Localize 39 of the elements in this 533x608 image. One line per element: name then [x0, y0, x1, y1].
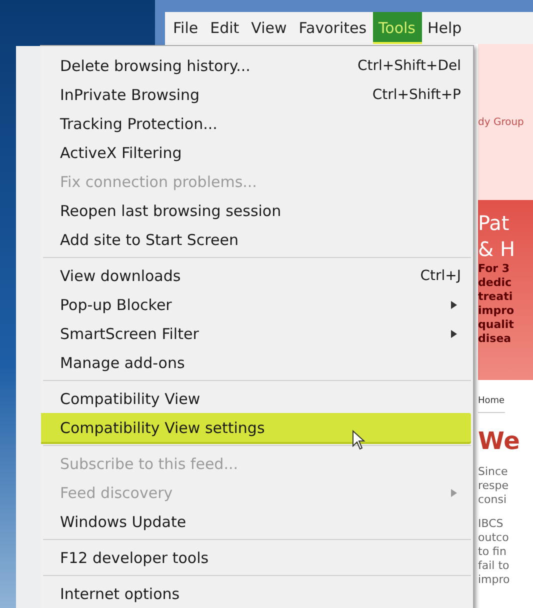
paragraph-text: fail to — [478, 559, 510, 573]
banner-text: For 3 — [478, 262, 511, 276]
menu-item[interactable]: Tracking Protection... — [43, 109, 471, 138]
menu-item[interactable]: Windows Update — [43, 507, 471, 536]
paragraph-text: outco — [478, 531, 510, 545]
banner-text: impro — [478, 304, 516, 318]
menu-item[interactable]: Add site to Start Screen — [43, 225, 471, 254]
breadcrumb-link[interactable]: Home — [478, 396, 505, 413]
menu-item[interactable]: Pop-up Blocker — [43, 290, 471, 319]
menu-item[interactable]: Reopen last browsing session — [43, 196, 471, 225]
menu-bar-item[interactable]: Help — [422, 12, 468, 44]
banner-title: & H — [478, 236, 516, 262]
paragraph-text: impro — [478, 573, 511, 587]
menu-bar-item[interactable]: View — [245, 12, 293, 44]
menu-item[interactable]: SmartScreen Filter — [43, 319, 471, 348]
paragraph-text: to fin — [478, 545, 508, 559]
menu-item[interactable]: ActiveX Filtering — [43, 138, 471, 167]
paragraph-text: IBCS — [478, 517, 504, 531]
menu-bar-item[interactable]: Favorites — [292, 12, 373, 44]
paragraph-text: consi — [478, 493, 508, 507]
menu-bar-item[interactable]: Edit — [204, 12, 246, 44]
paragraph-text: Since — [478, 465, 509, 479]
menu-item[interactable]: F12 developer tools — [43, 543, 471, 572]
banner-title: Pat — [478, 210, 510, 236]
menu-item[interactable]: Manage add-ons — [43, 348, 471, 377]
banner-text: dedic — [478, 276, 512, 290]
menu-item[interactable]: InPrivate Browsing Ctrl+Shift+P — [43, 80, 471, 109]
page-heading: We — [478, 427, 521, 455]
mouse-pointer-icon — [352, 430, 366, 450]
menu-item[interactable]: Internet options — [43, 579, 471, 608]
banner-text: qualit — [478, 318, 515, 332]
banner-text: disea — [478, 332, 512, 346]
menu-item[interactable]: Compatibility View — [43, 384, 471, 413]
menu-bar-item[interactable]: File — [167, 12, 204, 44]
menu-item[interactable]: View downloads Ctrl+J — [43, 261, 471, 290]
banner-text: treati — [478, 290, 514, 304]
menu-item[interactable]: Delete browsing history... Ctrl+Shift+Del — [43, 51, 471, 80]
site-name: dy Group — [478, 116, 524, 128]
paragraph-text: respe — [478, 479, 510, 493]
